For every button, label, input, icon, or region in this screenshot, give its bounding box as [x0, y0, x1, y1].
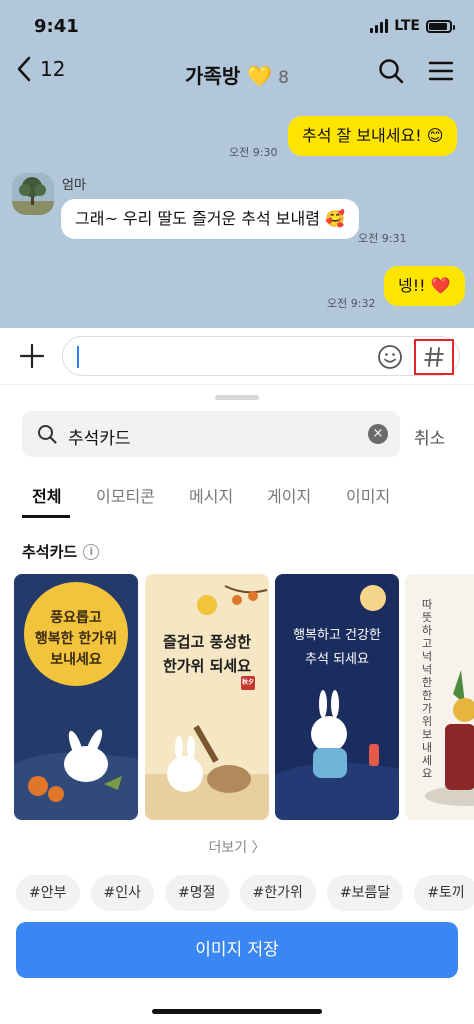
attach-button[interactable] [18, 342, 46, 370]
avatar[interactable] [12, 173, 54, 215]
chat-header: 12 가족방 💛 8 [0, 50, 474, 94]
search-icon [379, 59, 404, 84]
card-text: 행복하고 건강한 추석 되세요 [293, 628, 381, 667]
info-icon[interactable]: i [83, 543, 100, 560]
my-message-bubble[interactable]: 추석 잘 보내세요! 😊 [288, 116, 458, 156]
search-button[interactable] [376, 56, 406, 86]
search-icon [38, 425, 57, 444]
message-time: 오전 9:30 [229, 146, 278, 159]
search-field[interactable]: 추석카드 × [22, 411, 400, 457]
status-bar: 9:41 LTE [0, 0, 474, 54]
menu-button[interactable] [426, 56, 456, 86]
network-label: LTE [394, 18, 420, 34]
tab-all[interactable]: 전체 [32, 483, 61, 507]
card-illustration [425, 670, 474, 806]
section-title: 추석카드 i [22, 541, 100, 562]
plus-icon [19, 343, 45, 369]
seal-stamp: 秋夕 [241, 676, 255, 690]
hashtag-button[interactable] [414, 339, 454, 375]
emoji-button[interactable] [377, 344, 403, 370]
hashtag-icon [424, 347, 444, 367]
clear-icon[interactable]: × [368, 424, 388, 444]
message-time: 오전 9:31 [358, 232, 407, 245]
card-item[interactable]: 행복하고 건강한 추석 되세요 [275, 574, 399, 820]
card-item[interactable]: 즐겁고 풍성한 한가위 되세요 秋夕 [145, 574, 269, 820]
signal-icon [370, 19, 389, 33]
active-tab-indicator [22, 515, 70, 518]
hashtag-chip[interactable]: #한가위 [239, 875, 316, 911]
message-time: 오전 9:32 [327, 297, 376, 310]
tab-image[interactable]: 이미지 [346, 483, 390, 507]
hashtag-chip[interactable]: #보름달 [326, 875, 404, 911]
tab-message[interactable]: 메시지 [189, 483, 233, 507]
card-item[interactable]: 따뜻하고 넉넉한 한가위 보내세요 [405, 574, 474, 820]
status-time: 9:41 [34, 16, 79, 37]
sheet-grabber[interactable] [215, 395, 259, 400]
chat-title-text: 가족방 💛 [185, 64, 273, 88]
tab-gauge[interactable]: 게이지 [267, 483, 311, 507]
card-illustration [275, 585, 399, 820]
status-indicators: LTE [370, 18, 455, 34]
battery-icon [426, 19, 455, 33]
card-illustration [145, 585, 269, 820]
sender-name: 엄마 [62, 178, 86, 193]
card-item[interactable]: 풍요롭고 행복한 한가위 보내세요 [14, 574, 138, 820]
hashtag-chip[interactable]: #인사 [90, 875, 154, 911]
member-count: 8 [278, 68, 289, 88]
card-text: 따뜻하고 넉넉한 한가위 보내세요 [421, 598, 433, 780]
tab-emoticon[interactable]: 이모티콘 [96, 483, 155, 507]
their-message-bubble[interactable]: 그래~ 우리 딸도 즐거운 추석 보내렴 🥰 [61, 199, 359, 239]
more-button[interactable]: 더보기 〉 [0, 837, 474, 857]
card-text: 풍요롭고 행복한 한가위 보내세요 [34, 610, 118, 668]
home-indicator [152, 1009, 322, 1014]
my-message-bubble[interactable]: 넹!! ❤️ [384, 266, 465, 306]
avatar-photo [12, 173, 54, 215]
hashtag-chips: #안부 #인사 #명절 #한가위 #보름달 #토끼 [16, 875, 474, 911]
hashtag-chip[interactable]: #토끼 [414, 875, 474, 911]
hashtag-search-sheet: 추석카드 × 취소 전체 이모티콘 메시지 게이지 이미지 추석카드 i 풍요롭… [0, 384, 474, 1024]
category-tabs: 전체 이모티콘 메시지 게이지 이미지 [0, 477, 474, 521]
cancel-button[interactable]: 취소 [414, 424, 445, 449]
hashtag-chip[interactable]: #안부 [16, 875, 80, 911]
hashtag-chip[interactable]: #명절 [165, 875, 229, 911]
menu-icon [428, 61, 454, 81]
card-text: 즐겁고 풍성한 한가위 되세요 [162, 633, 252, 675]
search-query[interactable]: 추석카드 [68, 424, 131, 449]
section-title-text: 추석카드 [22, 543, 78, 561]
composer-bar [0, 328, 474, 384]
message-input[interactable] [62, 336, 460, 376]
save-image-button[interactable]: 이미지 저장 [16, 922, 458, 978]
text-cursor [77, 346, 79, 368]
smiley-icon [378, 345, 402, 369]
